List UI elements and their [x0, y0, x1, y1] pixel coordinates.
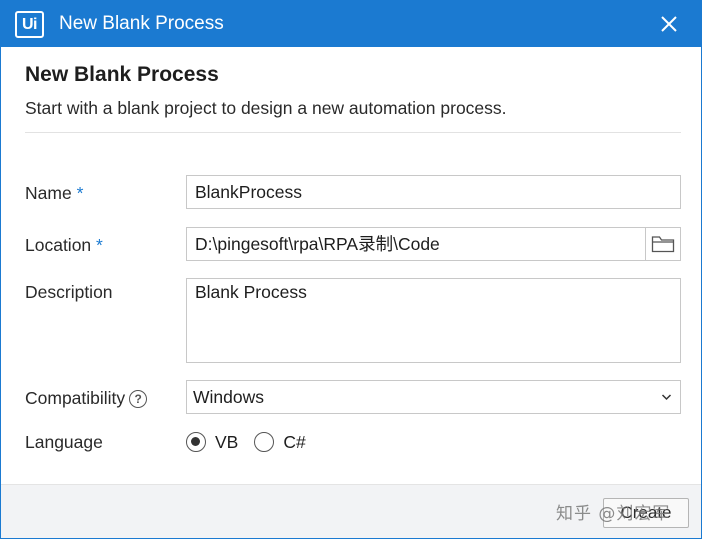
description-textarea[interactable]: Blank Process	[186, 278, 681, 363]
dialog-footer	[1, 484, 701, 538]
language-radio-group: VB C#	[186, 430, 322, 454]
compatibility-select[interactable]: Windows	[186, 380, 681, 414]
window-title: New Blank Process	[59, 13, 224, 34]
name-label-text: Name	[25, 183, 72, 203]
compatibility-label: Compatibility?	[25, 387, 148, 409]
language-option-csharp[interactable]: C#	[254, 431, 306, 453]
radio-csharp-label: C#	[283, 431, 306, 452]
folder-icon	[651, 236, 675, 253]
name-label: Name *	[25, 182, 83, 204]
page-subtitle: Start with a blank project to design a n…	[25, 98, 507, 118]
close-icon	[661, 16, 677, 32]
location-label-text: Location	[25, 235, 92, 255]
create-button[interactable]: Create	[603, 498, 689, 528]
radio-csharp[interactable]	[254, 432, 275, 452]
browse-folder-button[interactable]	[645, 228, 680, 260]
page-title: New Blank Process	[25, 63, 219, 86]
language-label: Language	[25, 432, 103, 452]
radio-vb-label: VB	[215, 431, 239, 452]
location-input[interactable]: D:\pingesoft\rpa\RPA录制\Code	[195, 228, 645, 260]
title-bar: Ui New Blank Process	[1, 1, 701, 47]
compatibility-selected-value: Windows	[193, 387, 264, 407]
close-button[interactable]	[653, 9, 685, 39]
new-blank-process-dialog: Ui New Blank Process New Blank Process S…	[0, 0, 702, 539]
location-field: D:\pingesoft\rpa\RPA录制\Code	[186, 227, 681, 261]
compatibility-label-text: Compatibility	[25, 388, 126, 408]
radio-vb[interactable]	[186, 432, 206, 452]
chevron-down-icon	[661, 394, 672, 401]
header-divider	[25, 132, 681, 133]
name-input[interactable]: BlankProcess	[186, 175, 681, 209]
description-label: Description	[25, 282, 113, 302]
location-label: Location *	[25, 234, 103, 256]
help-circle-icon[interactable]: ?	[129, 390, 148, 408]
name-required-marker: *	[76, 183, 84, 203]
language-option-vb[interactable]: VB	[186, 432, 238, 453]
location-required-marker: *	[96, 235, 103, 255]
uipath-logo-icon: Ui	[15, 11, 44, 38]
